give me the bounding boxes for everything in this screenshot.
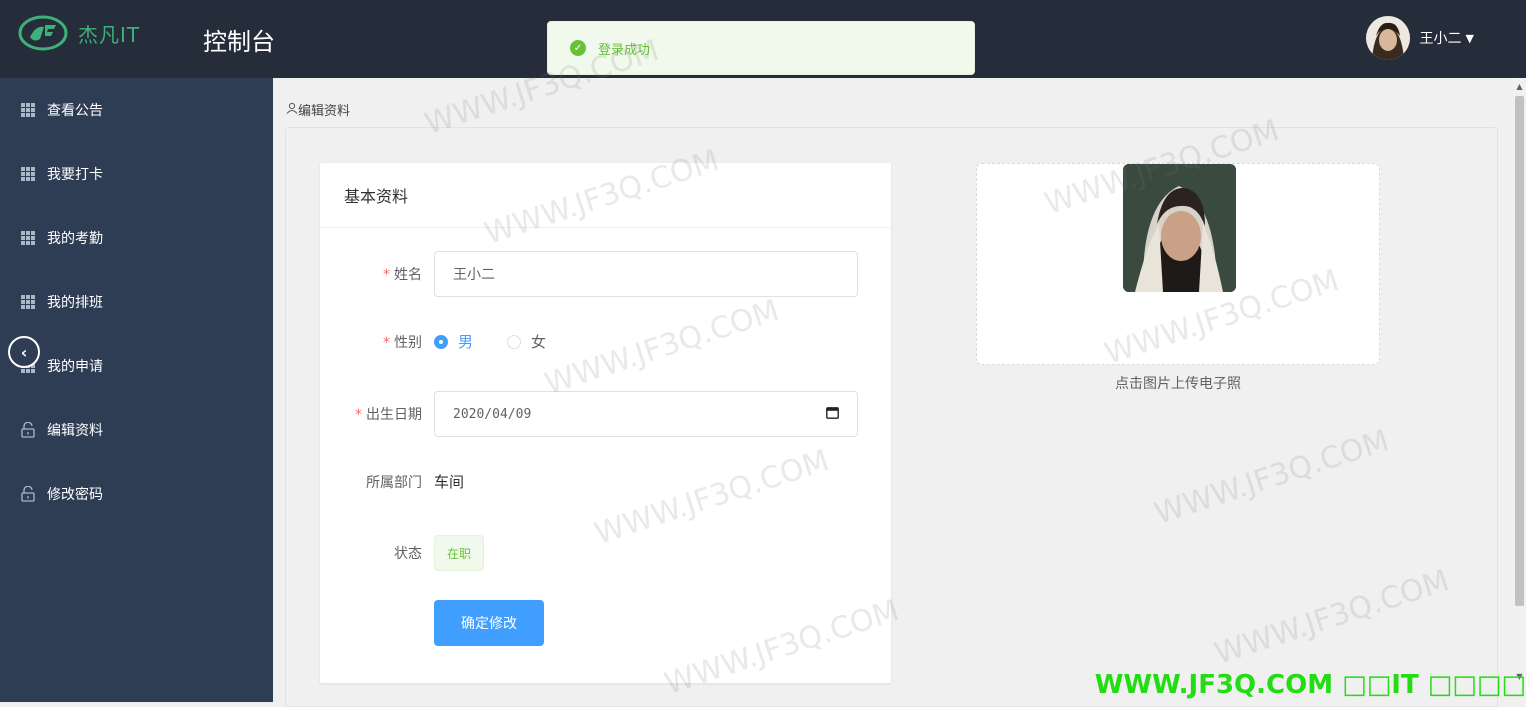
sidebar-item-label: 修改密码 [47, 484, 103, 504]
sidebar-item-label: 我的排班 [47, 292, 103, 312]
sidebar-item-label: 查看公告 [47, 100, 103, 120]
gender-radio-female[interactable]: 女 [507, 331, 546, 352]
console-title: 控制台 [203, 22, 275, 57]
status-label: 状态 [320, 543, 434, 563]
grid-icon [20, 166, 36, 182]
toast-message: 登录成功 [598, 39, 650, 58]
grid-icon [20, 230, 36, 246]
calendar-icon[interactable] [826, 406, 839, 423]
gender-row: *性别 男 女 [320, 331, 891, 352]
sidebar-item-schedule[interactable]: 我的排班 [0, 270, 273, 334]
name-label: *姓名 [320, 264, 434, 284]
avatar [1366, 16, 1410, 60]
status-badge: 在职 [434, 535, 484, 571]
sidebar-item-label: 编辑资料 [47, 420, 103, 440]
lock-icon [20, 486, 36, 502]
logo-icon [16, 14, 70, 52]
user-icon [286, 102, 298, 118]
sidebar-item-label: 我要打卡 [47, 164, 103, 184]
watermark-banner: WWW.JF3Q.COM □□IT □□□□ [1095, 670, 1526, 700]
sidebar-item-announcements[interactable]: 查看公告 [0, 78, 273, 142]
sidebar-item-label: 我的申请 [47, 356, 103, 376]
sidebar-item-label: 我的考勤 [47, 228, 103, 248]
chevron-down-icon: ▼ [1466, 32, 1474, 45]
sidebar-item-edit-profile[interactable]: 编辑资料 [0, 398, 273, 462]
gender-radio-group: 男 女 [434, 331, 580, 352]
department-value: 车间 [434, 471, 464, 492]
scrollbar-thumb[interactable] [1515, 96, 1524, 606]
sidebar-item-change-password[interactable]: 修改密码 [0, 462, 273, 526]
scroll-up-icon[interactable]: ▲ [1513, 80, 1526, 94]
department-label: 所属部门 [320, 472, 434, 492]
birthdate-row: *出生日期 2020/04/09 [320, 391, 891, 437]
status-row: 状态 在职 [320, 535, 891, 571]
lock-icon [20, 422, 36, 438]
birthdate-input[interactable]: 2020/04/09 [434, 391, 858, 437]
radio-checked-icon [434, 335, 448, 349]
sidebar-item-applications[interactable]: 我的申请 [0, 334, 273, 398]
gender-radio-male[interactable]: 男 [434, 331, 473, 352]
sidebar-item-clock-in[interactable]: 我要打卡 [0, 142, 273, 206]
card-title: 基本资料 [320, 163, 891, 228]
gender-label: *性别 [320, 332, 434, 352]
photo-upload-area[interactable] [976, 163, 1380, 365]
profile-card: 基本资料 *姓名 王小二 *性别 男 女 *出生日期 2020/04/09 [320, 163, 891, 683]
department-row: 所属部门 车间 [320, 471, 891, 492]
name-input[interactable]: 王小二 [434, 251, 858, 297]
submit-row: 确定修改 [320, 600, 891, 646]
main-content: 编辑资料 基本资料 *姓名 王小二 *性别 男 女 *出生日期 [273, 78, 1513, 702]
birthdate-value: 2020/04/09 [453, 407, 531, 422]
page-scrollbar[interactable]: ▲ ▼ [1513, 78, 1526, 702]
birthdate-label: *出生日期 [320, 404, 434, 424]
sidebar: 查看公告 我要打卡 我的考勤 我的排班 我的申请 编辑资料 修改密码 [0, 78, 273, 702]
confirm-edit-button[interactable]: 确定修改 [434, 600, 544, 646]
radio-unchecked-icon [507, 335, 521, 349]
upload-caption: 点击图片上传电子照 [976, 373, 1380, 393]
logo-text: 杰凡IT [78, 19, 140, 48]
name-row: *姓名 王小二 [320, 251, 891, 297]
check-circle-icon: ✓ [570, 40, 586, 56]
logo[interactable]: 杰凡IT [16, 14, 140, 52]
success-toast: ✓ 登录成功 [547, 21, 975, 75]
user-menu[interactable]: 王小二 ▼ [1366, 16, 1474, 60]
profile-photo[interactable] [1123, 164, 1236, 292]
breadcrumb: 编辑资料 [286, 100, 350, 119]
grid-icon [20, 102, 36, 118]
sidebar-item-attendance[interactable]: 我的考勤 [0, 206, 273, 270]
username: 王小二 [1420, 28, 1462, 48]
grid-icon [20, 294, 36, 310]
breadcrumb-label: 编辑资料 [298, 100, 350, 119]
sidebar-collapse-button[interactable]: ‹ [8, 336, 40, 368]
